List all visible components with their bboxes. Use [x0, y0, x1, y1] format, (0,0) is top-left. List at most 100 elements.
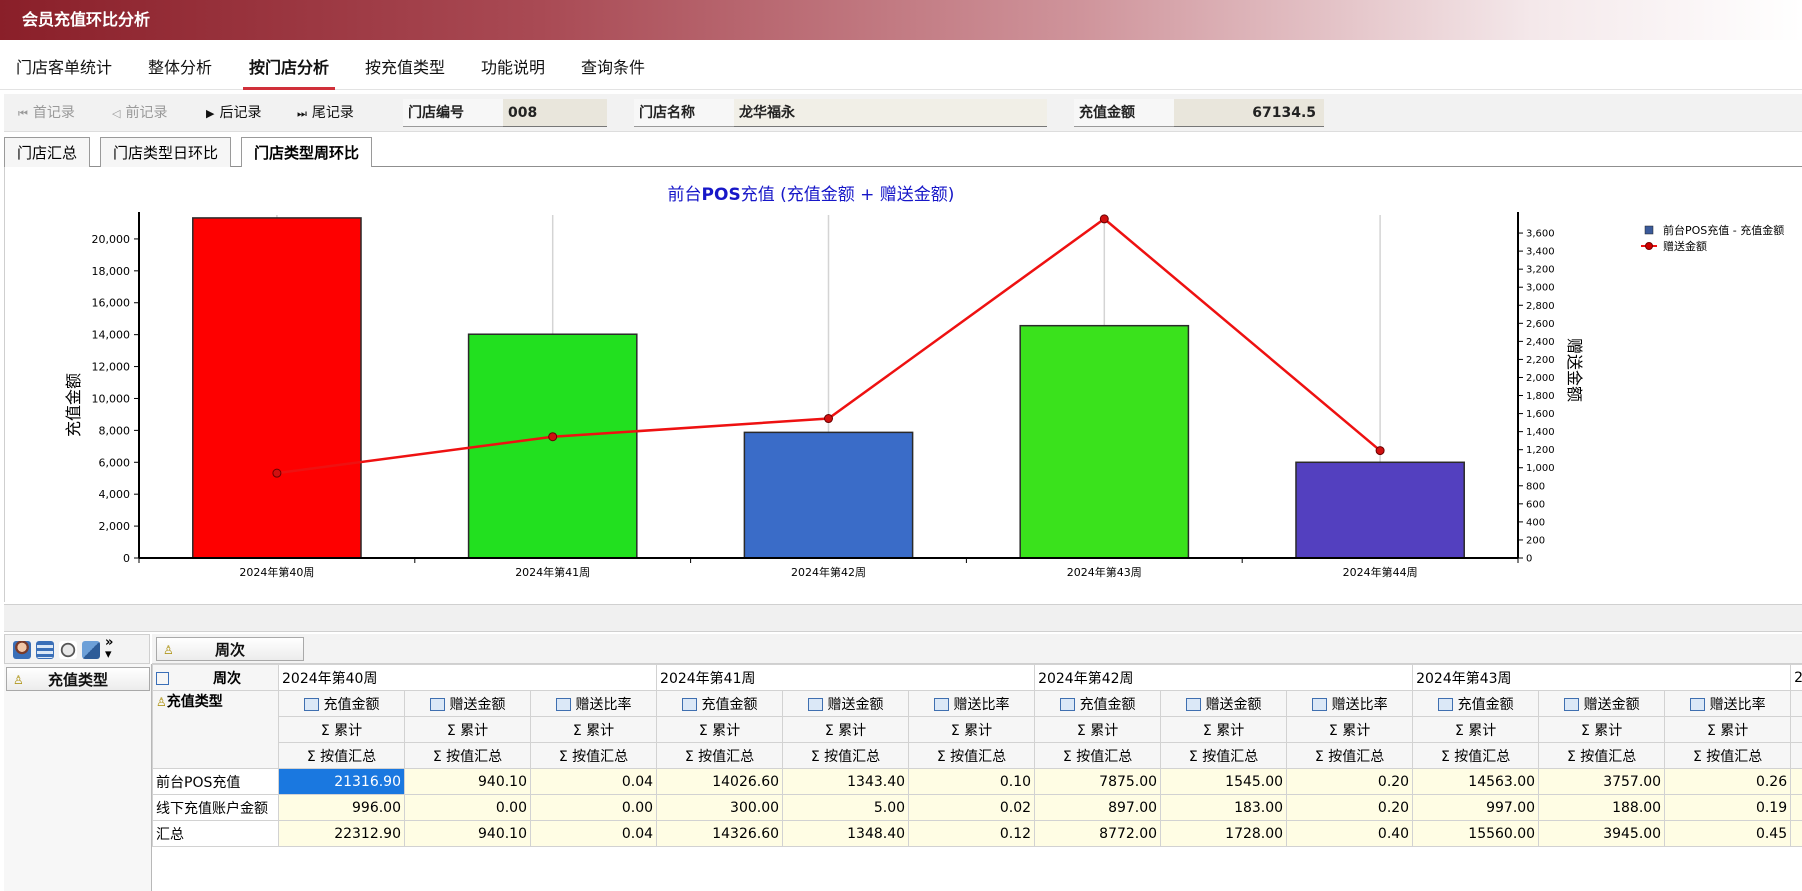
week-header[interactable]: 2 — [1790, 664, 1802, 691]
table-cell[interactable]: 1545.00 — [1160, 768, 1288, 795]
table-cell[interactable]: 3945.00 — [1538, 820, 1666, 847]
measure-icon — [807, 697, 823, 711]
group-header: Σ 按值汇总 — [1412, 742, 1540, 769]
table-cell[interactable]: 22312.90 — [278, 820, 405, 847]
measure-header[interactable]: 赠送比率 — [1664, 690, 1792, 717]
splitter-bar[interactable] — [4, 604, 1802, 632]
table-layout-icon[interactable] — [36, 641, 54, 659]
expand-icon[interactable] — [156, 671, 169, 685]
table-cell[interactable]: 1728.00 — [1160, 820, 1288, 847]
table-cell[interactable]: 897.00 — [1034, 794, 1162, 821]
table-row: 汇总 22312.90 940.10 0.04 14326.60 1348.40 0.12 8… — [152, 820, 1802, 847]
week-header[interactable]: 2024年第41周 — [656, 664, 1036, 691]
table-cell[interactable]: 0.04 — [529, 768, 658, 795]
measure-header[interactable]: 赠送金额 — [404, 690, 531, 717]
table-cell[interactable]: 0.26 — [1664, 768, 1792, 795]
group-header: Σ 按值汇总 — [529, 742, 658, 769]
table-cell[interactable]: 3757.00 — [1538, 768, 1666, 795]
group-header: Σ 按值汇总 — [1160, 742, 1288, 769]
chart-legend: 前台POS充值 - 充值金额 赠送金额 — [1641, 223, 1784, 253]
table-row: 线下充值账户金额 996.00 0.00 0.00 300.00 5.00 0.02 897.… — [152, 794, 1802, 821]
y2-tick-label: 0 — [1526, 554, 1532, 565]
group-header-overflow — [1790, 742, 1802, 769]
table-cell[interactable]: 1348.40 — [782, 820, 910, 847]
group-header: Σ 按值汇总 — [1664, 742, 1792, 769]
measure-header-row: ♙充值类型 充值金额 赠送金额 赠送比率 充值金额 赠送金额 赠送比率 充值金额 赠送金额 赠送比… — [152, 690, 1802, 769]
y-tick-label: 20,000 — [92, 233, 131, 246]
measure-header[interactable]: 赠送比率 — [1286, 690, 1414, 717]
table-cell[interactable]: 0.00 — [404, 794, 531, 821]
row-field-chip[interactable]: ♙ 充值类型 — [6, 667, 150, 691]
table-cell[interactable]: 0.00 — [529, 794, 658, 821]
table-cell[interactable]: 1343.40 — [782, 768, 910, 795]
table-cell-overflow — [1790, 768, 1802, 795]
measure-header[interactable]: 赠送金额 — [1538, 690, 1666, 717]
table-cell[interactable]: 15560.00 — [1412, 820, 1540, 847]
table-cell[interactable]: 0.12 — [908, 820, 1036, 847]
week-header[interactable]: 2024年第42周 — [1034, 664, 1414, 691]
table-cell[interactable]: 0.02 — [908, 794, 1036, 821]
chart-panel: 前台POS充值 (充值金额 + 赠送金额) 0 2,000 4,000 6,000 8,… — [4, 167, 1802, 602]
aggregate-header: Σ 累计 — [1412, 716, 1540, 743]
group-header: Σ 按值汇总 — [908, 742, 1036, 769]
measure-icon — [1689, 697, 1705, 711]
table-cell[interactable]: 996.00 — [278, 794, 405, 821]
y2-tick-label: 1,800 — [1526, 391, 1555, 402]
legend-line-marker — [1645, 242, 1653, 250]
table-cell[interactable]: 0.20 — [1286, 794, 1414, 821]
empty-area — [152, 846, 1802, 891]
table-cell[interactable]: 21316.90 — [278, 768, 405, 795]
measure-header[interactable]: 赠送比率 — [908, 690, 1036, 717]
measure-header[interactable]: 赠送比率 — [529, 690, 658, 717]
aggregate-header: Σ 累计 — [908, 716, 1036, 743]
y-tick-label: 12,000 — [92, 361, 131, 374]
export-icon[interactable] — [82, 641, 100, 659]
column-field-chip[interactable]: ♙ 周次 — [156, 637, 304, 661]
table-cell[interactable]: 183.00 — [1160, 794, 1288, 821]
table-cell[interactable]: 940.10 — [404, 820, 531, 847]
table-cell[interactable]: 14326.60 — [656, 820, 784, 847]
y2-tick-label: 400 — [1526, 517, 1545, 528]
y2-tick-label: 200 — [1526, 535, 1545, 546]
measure-header[interactable]: 充值金额 — [1034, 690, 1162, 717]
gift-amount-point — [1375, 446, 1385, 456]
measure-header[interactable]: 充值金额 — [1412, 690, 1540, 717]
filter-icon[interactable] — [59, 641, 77, 659]
table-cell[interactable]: 0.10 — [908, 768, 1036, 795]
week-header[interactable]: 2024年第43周 — [1412, 664, 1792, 691]
table-cell[interactable]: 0.19 — [1664, 794, 1792, 821]
measure-header[interactable]: 充值金额 — [656, 690, 784, 717]
x-tick-label: 2024年第40周 — [239, 565, 314, 579]
row-field-header[interactable]: ♙充值类型 — [152, 690, 279, 769]
table-cell[interactable]: 7875.00 — [1034, 768, 1162, 795]
week-header[interactable]: 2024年第40周 — [277, 664, 658, 691]
measure-header[interactable]: 赠送金额 — [1160, 690, 1288, 717]
field-icon: ♙ — [163, 643, 174, 657]
table-cell[interactable]: 5.00 — [782, 794, 910, 821]
measure-icon — [555, 697, 571, 711]
table-cell[interactable]: 0.04 — [529, 820, 658, 847]
table-row: 前台POS充值 21316.90 940.10 0.04 14026.60 1343.40… — [152, 768, 1802, 795]
measure-header[interactable]: 充值金额 — [278, 690, 405, 717]
table-cell[interactable]: 14026.60 — [656, 768, 784, 795]
table-cell[interactable]: 940.10 — [404, 768, 531, 795]
more-options-icon[interactable]: » ▾ — [105, 636, 113, 661]
measure-header[interactable]: 赠送金额 — [782, 690, 910, 717]
row-label[interactable]: 线下充值账户金额 — [152, 794, 279, 821]
table-cell[interactable]: 188.00 — [1538, 794, 1666, 821]
table-cell[interactable]: 0.40 — [1286, 820, 1414, 847]
measure-header-overflow — [1790, 690, 1802, 717]
column-field-header[interactable]: 周次 — [152, 664, 279, 691]
table-cell[interactable]: 997.00 — [1412, 794, 1540, 821]
row-label[interactable]: 汇总 — [152, 820, 279, 847]
table-cell[interactable]: 14563.00 — [1412, 768, 1540, 795]
group-header: Σ 按值汇总 — [782, 742, 910, 769]
table-cell[interactable]: 300.00 — [656, 794, 784, 821]
table-cell[interactable]: 0.45 — [1664, 820, 1792, 847]
customize-icon[interactable] — [13, 641, 31, 659]
y2-tick-label: 1,600 — [1526, 409, 1555, 420]
row-label[interactable]: 前台POS充值 — [152, 768, 279, 795]
table-cell[interactable]: 8772.00 — [1034, 820, 1162, 847]
chart-title: 前台POS充值 (充值金额 + 赠送金额) — [668, 185, 955, 205]
table-cell[interactable]: 0.20 — [1286, 768, 1414, 795]
